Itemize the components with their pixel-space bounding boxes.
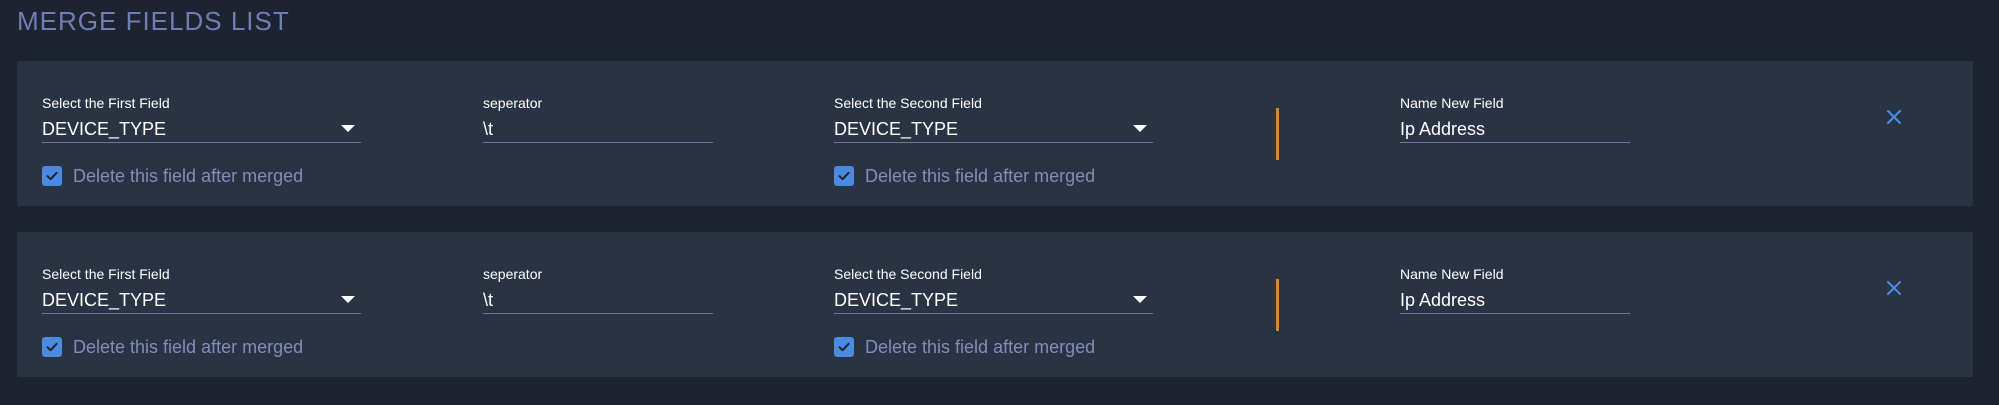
delete-first-field-option[interactable]: Delete this field after merged [42, 165, 303, 187]
new-field-value: Ip Address [1400, 119, 1486, 139]
delete-first-field-checkbox[interactable] [42, 337, 62, 357]
delete-first-field-label[interactable]: Delete this field after merged [73, 336, 303, 358]
delete-first-field-label[interactable]: Delete this field after merged [73, 165, 303, 187]
second-field-label: Select the Second Field [834, 95, 982, 111]
separator-input[interactable]: \t [483, 287, 713, 314]
first-field-label: Select the First Field [42, 266, 170, 282]
separator-value: \t [483, 290, 494, 310]
close-icon[interactable] [1886, 280, 1902, 296]
remove-row-button[interactable] [1882, 105, 1906, 129]
delete-second-field-option[interactable]: Delete this field after merged [834, 336, 1095, 358]
remove-row-button[interactable] [1882, 276, 1906, 300]
new-field-name[interactable]: Name New Field Ip Address [1400, 95, 1630, 143]
separator-label: seperator [483, 266, 543, 282]
row-divider [1276, 279, 1279, 331]
merge-fields-page: MERGE FIELDS LIST Select the First Field… [0, 0, 1999, 405]
second-field-label: Select the Second Field [834, 266, 982, 282]
delete-second-field-label[interactable]: Delete this field after merged [865, 336, 1095, 358]
new-field-value: Ip Address [1400, 290, 1486, 310]
delete-first-field-checkbox[interactable] [42, 166, 62, 186]
second-field-input[interactable]: DEVICE_TYPE [834, 287, 1153, 314]
separator-label: seperator [483, 95, 543, 111]
second-field-select[interactable]: Select the Second Field DEVICE_TYPE [834, 266, 1153, 314]
new-field-input[interactable]: Ip Address [1400, 287, 1630, 314]
section-title: MERGE FIELDS LIST [17, 6, 290, 36]
delete-second-field-checkbox[interactable] [834, 166, 854, 186]
merge-row: Select the First Field DEVICE_TYPE seper… [17, 61, 1973, 206]
second-field-select[interactable]: Select the Second Field DEVICE_TYPE [834, 95, 1153, 143]
second-field-value: DEVICE_TYPE [834, 290, 959, 310]
new-field-label: Name New Field [1400, 95, 1504, 111]
first-field-input[interactable]: DEVICE_TYPE [42, 116, 361, 143]
separator-field[interactable]: seperator \t [483, 266, 713, 314]
second-field-value: DEVICE_TYPE [834, 119, 959, 139]
merge-row: Select the First Field DEVICE_TYPE seper… [17, 232, 1973, 377]
delete-second-field-label[interactable]: Delete this field after merged [865, 165, 1095, 187]
delete-second-field-checkbox[interactable] [834, 337, 854, 357]
delete-second-field-option[interactable]: Delete this field after merged [834, 165, 1095, 187]
chevron-down-icon[interactable] [1133, 125, 1147, 132]
new-field-label: Name New Field [1400, 266, 1504, 282]
checkmark-icon [46, 342, 58, 352]
first-field-value: DEVICE_TYPE [42, 290, 167, 310]
separator-value: \t [483, 119, 494, 139]
first-field-select[interactable]: Select the First Field DEVICE_TYPE [42, 95, 361, 143]
first-field-input[interactable]: DEVICE_TYPE [42, 287, 361, 314]
checkmark-icon [838, 171, 850, 181]
separator-field[interactable]: seperator \t [483, 95, 713, 143]
chevron-down-icon[interactable] [341, 125, 355, 132]
new-field-input[interactable]: Ip Address [1400, 116, 1630, 143]
chevron-down-icon[interactable] [341, 296, 355, 303]
second-field-input[interactable]: DEVICE_TYPE [834, 116, 1153, 143]
new-field-name[interactable]: Name New Field Ip Address [1400, 266, 1630, 314]
checkmark-icon [46, 171, 58, 181]
first-field-select[interactable]: Select the First Field DEVICE_TYPE [42, 266, 361, 314]
close-icon[interactable] [1886, 109, 1902, 125]
first-field-label: Select the First Field [42, 95, 170, 111]
delete-first-field-option[interactable]: Delete this field after merged [42, 336, 303, 358]
chevron-down-icon[interactable] [1133, 296, 1147, 303]
checkmark-icon [838, 342, 850, 352]
separator-input[interactable]: \t [483, 116, 713, 143]
first-field-value: DEVICE_TYPE [42, 119, 167, 139]
row-divider [1276, 108, 1279, 160]
